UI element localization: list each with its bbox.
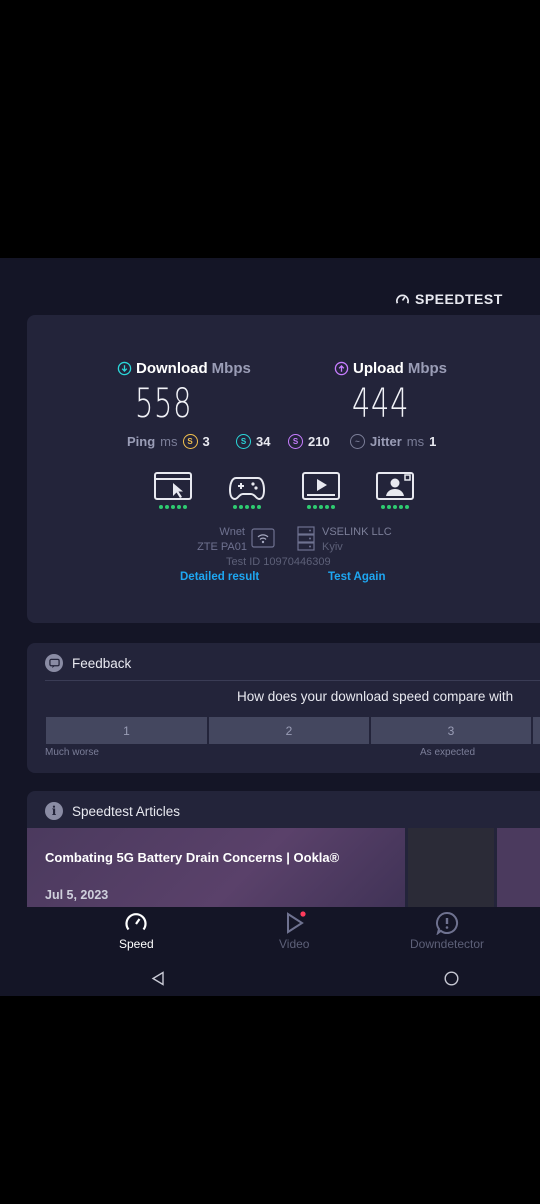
app-screen: SPEEDTEST Download Mbps 558 Upload Mbps … bbox=[0, 258, 540, 996]
brand-name: SPEEDTEST bbox=[415, 291, 503, 307]
arrow-down-circle-icon bbox=[117, 361, 132, 376]
arrow-up-circle-icon bbox=[334, 361, 349, 376]
upload-header: Upload Mbps bbox=[334, 360, 447, 377]
server-city: Kyiv bbox=[322, 541, 343, 553]
wifi-router-icon bbox=[251, 528, 275, 548]
server-icon bbox=[297, 526, 315, 551]
back-icon[interactable] bbox=[151, 971, 165, 986]
wifi-name: Wnet bbox=[219, 526, 245, 538]
download-value: 558 bbox=[135, 381, 193, 427]
rating-option-1[interactable]: 1 bbox=[46, 717, 207, 744]
video-call-icon[interactable] bbox=[376, 472, 414, 502]
test-again-link[interactable]: Test Again bbox=[328, 571, 386, 583]
ping-download-row: S 34 bbox=[236, 434, 270, 449]
alert-icon bbox=[436, 911, 459, 935]
article-date: Jul 5, 2023 bbox=[45, 888, 109, 902]
upload-label: Upload bbox=[353, 360, 404, 377]
idle-ping-icon: S bbox=[182, 434, 198, 449]
feedback-question: How does your download speed compare wit… bbox=[237, 689, 514, 704]
rating-low-label: Much worse bbox=[45, 747, 99, 758]
rating-option-2[interactable]: 2 bbox=[209, 717, 369, 744]
feedback-title: Feedback bbox=[72, 655, 132, 671]
home-icon[interactable] bbox=[444, 971, 459, 986]
brand-logo: SPEEDTEST bbox=[395, 291, 503, 307]
nav-video-label: Video bbox=[279, 937, 310, 951]
upload-value: 444 bbox=[352, 381, 410, 427]
nav-downdetector-label: Downdetector bbox=[410, 937, 485, 951]
ping-upload-value: 210 bbox=[308, 434, 330, 449]
bottom-navigation: Speed Video Downdetector bbox=[0, 907, 540, 959]
articles-title: Speedtest Articles bbox=[72, 803, 181, 819]
nav-video[interactable]: Video bbox=[279, 911, 309, 951]
rating-option-3[interactable]: 3 bbox=[371, 717, 531, 744]
jitter-value: 1 bbox=[429, 434, 437, 449]
speedometer-icon bbox=[396, 294, 409, 304]
ping-unit: ms bbox=[160, 434, 178, 449]
upload-unit: Mbps bbox=[407, 360, 448, 377]
result-card: Download Mbps 558 Upload Mbps 444 Ping m… bbox=[27, 315, 540, 623]
test-id: Test ID 10970446309 bbox=[226, 556, 331, 568]
divider bbox=[45, 680, 540, 681]
play-icon bbox=[287, 911, 306, 934]
ping-download-value: 34 bbox=[256, 434, 271, 449]
gaming-rating-dots bbox=[233, 505, 261, 509]
feedback-header: Feedback bbox=[45, 654, 131, 672]
rating-mid-label: As expected bbox=[420, 747, 476, 758]
ping-upload-row: S 210 bbox=[288, 434, 330, 449]
ping-row: Ping ms S 3 bbox=[127, 434, 210, 449]
jitter-row: ~ Jitter ms 1 bbox=[350, 434, 436, 449]
info-icon: i bbox=[45, 802, 63, 820]
provider-name: VSELINK LLC bbox=[322, 526, 392, 538]
article-title: Combating 5G Battery Drain Concerns | Oo… bbox=[45, 850, 340, 865]
router-name: ZTE PA01 bbox=[197, 541, 247, 553]
video-rating-dots bbox=[307, 505, 335, 509]
articles-header: i Speedtest Articles bbox=[45, 802, 180, 820]
ping-label: Ping bbox=[127, 434, 156, 449]
nav-speed-label: Speed bbox=[119, 937, 154, 951]
upload-ping-icon: S bbox=[288, 434, 303, 449]
gaming-icon[interactable] bbox=[228, 472, 266, 502]
jitter-icon: ~ bbox=[350, 434, 365, 449]
web-browsing-icon[interactable] bbox=[154, 472, 192, 502]
system-navigation-bar bbox=[0, 959, 540, 996]
call-rating-dots bbox=[381, 505, 409, 509]
ping-idle-value: 3 bbox=[202, 434, 210, 449]
download-unit: Mbps bbox=[211, 360, 251, 377]
chat-bubble-icon bbox=[45, 654, 63, 672]
feedback-card: Feedback How does your download speed co… bbox=[27, 643, 540, 773]
browsing-rating-dots bbox=[159, 505, 187, 509]
jitter-label: Jitter bbox=[370, 434, 402, 449]
download-ping-icon: S bbox=[236, 434, 251, 449]
video-streaming-icon[interactable] bbox=[302, 472, 340, 502]
download-label: Download bbox=[136, 360, 208, 377]
speedometer-icon bbox=[125, 913, 147, 931]
nav-speed[interactable]: Speed bbox=[119, 911, 154, 951]
nav-downdetector[interactable]: Downdetector bbox=[410, 911, 484, 951]
jitter-unit: ms bbox=[406, 434, 425, 449]
download-header: Download Mbps bbox=[117, 360, 251, 377]
rating-option-4[interactable] bbox=[533, 717, 540, 744]
detailed-result-link[interactable]: Detailed result bbox=[180, 571, 259, 583]
